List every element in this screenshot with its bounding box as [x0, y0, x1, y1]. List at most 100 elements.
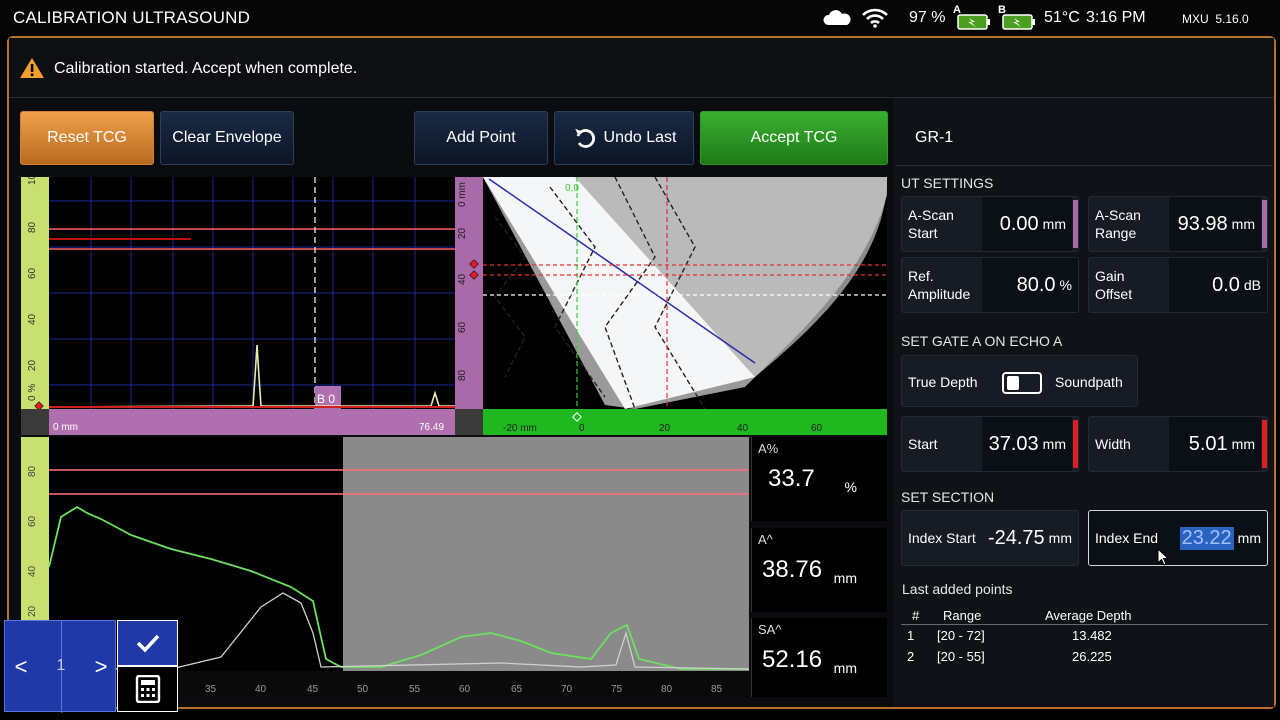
ascan-range-value-box: 93.98 mm [1169, 197, 1261, 251]
a-scan-gate-label: B 0 [317, 392, 335, 406]
readout-label: A^ [758, 532, 773, 547]
index-end-value: 23.22 [1179, 526, 1234, 550]
readout-label: A% [758, 441, 779, 456]
stepper-next-button[interactable]: > [85, 621, 117, 713]
readout-value: 33.7 [768, 465, 815, 492]
a-scan-x-start: 0 mm [53, 422, 78, 433]
index-start-value-box: -24.75 mm [982, 511, 1078, 565]
ascan-range-label-2: Range [1095, 225, 1137, 241]
undo-last-button[interactable]: Undo Last [554, 111, 694, 165]
battery-a-icon: A [953, 4, 993, 31]
readout-label: SA^ [758, 622, 782, 637]
soundpath-label: Soundpath [1055, 374, 1123, 390]
envelope-x-tick: 35 [205, 684, 217, 695]
chevron-right-icon: > [94, 654, 108, 679]
envelope-x-tick: 50 [357, 684, 369, 695]
warning-icon [19, 57, 45, 79]
points-table-header: # Range Average Depth [901, 607, 1268, 625]
table-cell: 2 [907, 649, 915, 664]
gate-width-field[interactable]: Width 5.01 mm [1088, 416, 1268, 472]
s-scan-x-tick: 60 [811, 423, 823, 434]
undo-icon [572, 126, 596, 150]
stepper-value: 1 [56, 657, 66, 674]
ref-amplitude-label-2: Amplitude [908, 286, 971, 302]
ascan-range-indicator [1262, 200, 1267, 248]
confirm-button[interactable] [117, 620, 178, 666]
reset-tcg-button[interactable]: Reset TCG [20, 111, 154, 165]
accept-tcg-label: Accept TCG [750, 129, 838, 146]
table-cell: 26.225 [1072, 649, 1112, 664]
ascan-start-indicator [1073, 200, 1078, 248]
ascan-start-value: 0.00 [999, 212, 1039, 235]
ascan-range-field[interactable]: A-Scan Range 93.98 mm [1088, 196, 1268, 252]
undo-last-label: Undo Last [603, 129, 677, 146]
index-start-field[interactable]: Index Start -24.75 mm [901, 510, 1079, 566]
readout-unit: mm [833, 660, 857, 676]
gate-width-unit: mm [1231, 436, 1255, 452]
gain-offset-value: 0.0 [1212, 273, 1240, 296]
a-scan-y-tick: 80 [27, 221, 38, 233]
envelope-y-tick: 60 [27, 515, 38, 527]
ascan-start-unit: mm [1042, 216, 1066, 232]
a-scan-y-tick: 0 % [27, 384, 38, 401]
ascan-range-unit: mm [1231, 216, 1255, 232]
s-scan-cursor-label: 0,0 [565, 183, 579, 194]
gate-width-value: 5.01 [1188, 432, 1228, 455]
ref-amplitude-value-box: 80.0% [982, 258, 1078, 312]
envelope-y-tick: 80 [27, 465, 38, 477]
accept-tcg-button[interactable]: Accept TCG [700, 111, 888, 165]
s-scan-x-tick: -20 mm [503, 423, 537, 434]
gain-offset-field[interactable]: Gain Offset 0.0 dB [1088, 257, 1268, 313]
index-end-label: Index End [1095, 530, 1159, 546]
message-text: Calibration started. Accept when complet… [54, 60, 358, 77]
ref-amplitude-unit: % [1059, 277, 1072, 293]
battery-percent: 97 % [909, 9, 946, 26]
s-scan-x-tick: 0 [579, 423, 585, 434]
table-cell: [20 - 72] [937, 628, 985, 643]
gate-start-value-box: 37.03 mm [982, 417, 1072, 471]
ut-settings-title: UT SETTINGS [901, 175, 994, 191]
ref-amplitude-field[interactable]: Ref. Amplitude 80.0% [901, 257, 1079, 313]
a-scan-x-end: 76.49 [419, 422, 444, 433]
calculator-icon [135, 675, 160, 703]
points-col-index: # [912, 608, 920, 623]
index-end-field[interactable]: Index End 23.22 mm [1088, 510, 1268, 566]
ascan-range-value: 93.98 [1177, 212, 1228, 235]
envelope-y-tick: 40 [27, 565, 38, 577]
envelope-x-tick: 65 [511, 684, 523, 695]
check-icon [136, 634, 159, 653]
s-scan-y-tick: 80 [457, 369, 468, 381]
reset-tcg-label: Reset TCG [47, 129, 127, 146]
stepper-prev-button[interactable]: < [5, 621, 37, 713]
value-stepper: < 1 > [4, 620, 178, 713]
add-point-button[interactable]: Add Point [414, 111, 548, 165]
envelope-x-tick: 75 [611, 684, 623, 695]
gate-mode-switch[interactable] [1002, 372, 1042, 394]
panel-divider [896, 165, 1272, 166]
a-scan-y-tick: 40 [27, 313, 38, 325]
readout-value: 52.16 [762, 646, 823, 673]
readout-soundpath: SA^ 52.16 mm [751, 618, 887, 697]
ascan-start-field[interactable]: A-Scan Start 0.00 mm [901, 196, 1079, 252]
a-scan-y-tick: 100 [27, 177, 38, 185]
message-bar: Calibration started. Accept when complet… [9, 38, 1274, 98]
table-row: 1 [20 - 72] 13.482 [901, 628, 1268, 646]
group-label: GR-1 [915, 129, 954, 146]
s-scan-view[interactable]: 0 mm 20 40 60 80 -20 mm 0 20 40 60 0,0 [455, 177, 887, 435]
true-depth-label: True Depth [908, 374, 978, 390]
readout-value: 38.76 [762, 556, 823, 583]
a-scan-view[interactable]: B 0 100 80 60 40 20 0 % 0 mm 76.49 [21, 177, 455, 435]
index-start-unit: mm [1048, 530, 1072, 546]
gate-start-label: Start [908, 436, 938, 452]
add-point-label: Add Point [446, 129, 516, 146]
envelope-x-tick: 40 [255, 684, 267, 695]
s-scan-y-tick: 0 mm [457, 182, 468, 207]
clear-envelope-button[interactable]: Clear Envelope [160, 111, 294, 165]
gate-mode-toggle[interactable]: True Depth Soundpath [901, 355, 1138, 407]
software-version: MXU 5.16.0 [1182, 12, 1249, 26]
calculator-button[interactable] [117, 666, 178, 712]
readout-depth: A^ 38.76 mm [751, 528, 887, 612]
gain-offset-label-2: Offset [1095, 286, 1133, 302]
calibration-screen: CALIBRATION ULTRASOUND 97 % A B 51°C 3:1… [0, 0, 1280, 720]
gate-start-field[interactable]: Start 37.03 mm [901, 416, 1079, 472]
